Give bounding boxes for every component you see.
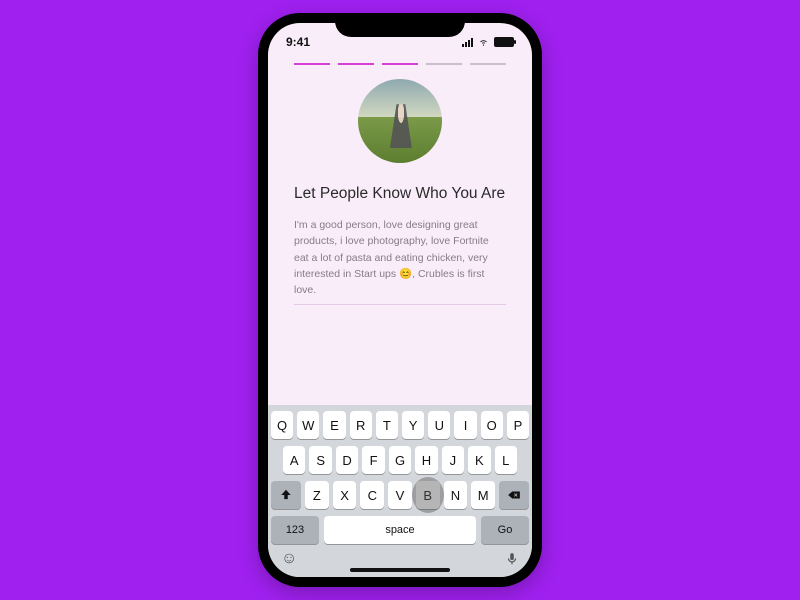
progress-step xyxy=(382,63,418,65)
notch xyxy=(335,13,465,37)
profile-avatar[interactable] xyxy=(358,79,442,163)
key-x[interactable]: X xyxy=(333,481,357,509)
backspace-key[interactable] xyxy=(499,481,529,509)
key-m[interactable]: M xyxy=(471,481,495,509)
phone-frame: 9:41 Let People Know Who You Are I'm a g… xyxy=(258,13,542,587)
key-y[interactable]: Y xyxy=(402,411,424,439)
progress-step xyxy=(470,63,506,65)
status-time: 9:41 xyxy=(286,35,310,49)
key-u[interactable]: U xyxy=(428,411,450,439)
home-indicator[interactable] xyxy=(350,568,450,572)
bio-input[interactable]: I'm a good person, love designing great … xyxy=(294,217,506,305)
key-k[interactable]: K xyxy=(468,446,490,474)
signal-icon xyxy=(462,37,473,47)
key-w[interactable]: W xyxy=(297,411,319,439)
screen: 9:41 Let People Know Who You Are I'm a g… xyxy=(268,23,532,577)
avatar-container xyxy=(294,79,506,163)
page-heading: Let People Know Who You Are xyxy=(294,185,506,203)
numbers-key[interactable]: 123 xyxy=(271,516,319,544)
status-indicators xyxy=(462,37,514,47)
key-f[interactable]: F xyxy=(362,446,384,474)
key-s[interactable]: S xyxy=(309,446,331,474)
progress-step xyxy=(294,63,330,65)
progress-indicator xyxy=(268,55,532,75)
emoji-key-icon[interactable]: ☺ xyxy=(281,550,297,573)
key-i[interactable]: I xyxy=(454,411,476,439)
key-c[interactable]: C xyxy=(360,481,384,509)
keyboard: QWERTYUIOP ASDFGHJKL ZXCVBNM 123 space G… xyxy=(268,405,532,577)
go-key[interactable]: Go xyxy=(481,516,529,544)
key-a[interactable]: A xyxy=(283,446,305,474)
keyboard-row-bottom: 123 space Go xyxy=(271,516,529,544)
key-p[interactable]: P xyxy=(507,411,529,439)
key-q[interactable]: Q xyxy=(271,411,293,439)
key-l[interactable]: L xyxy=(495,446,517,474)
key-z[interactable]: Z xyxy=(305,481,329,509)
keyboard-row-3: ZXCVBNM xyxy=(271,481,529,509)
key-e[interactable]: E xyxy=(323,411,345,439)
key-g[interactable]: G xyxy=(389,446,411,474)
content-area: Let People Know Who You Are I'm a good p… xyxy=(268,75,532,405)
battery-icon xyxy=(494,37,514,47)
key-t[interactable]: T xyxy=(376,411,398,439)
key-j[interactable]: J xyxy=(442,446,464,474)
key-d[interactable]: D xyxy=(336,446,358,474)
keyboard-row-1: QWERTYUIOP xyxy=(271,411,529,439)
key-n[interactable]: N xyxy=(444,481,468,509)
key-r[interactable]: R xyxy=(350,411,372,439)
progress-step xyxy=(338,63,374,65)
progress-step xyxy=(426,63,462,65)
wifi-icon xyxy=(477,37,490,47)
key-b[interactable]: B xyxy=(416,481,440,509)
key-h[interactable]: H xyxy=(415,446,437,474)
keyboard-row-2: ASDFGHJKL xyxy=(271,446,529,474)
key-v[interactable]: V xyxy=(388,481,412,509)
space-key[interactable]: space xyxy=(324,516,476,544)
shift-key[interactable] xyxy=(271,481,301,509)
key-o[interactable]: O xyxy=(481,411,503,439)
mic-key-icon[interactable] xyxy=(505,550,519,573)
